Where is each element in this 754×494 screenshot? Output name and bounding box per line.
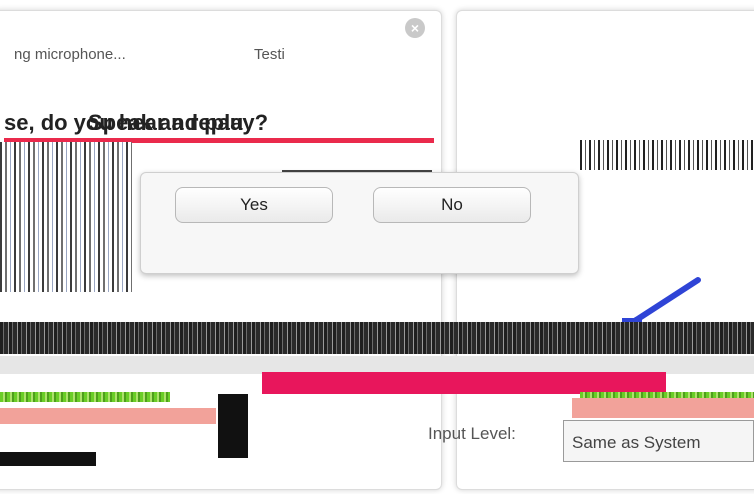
level-meter [0, 392, 170, 402]
confirm-dialog: Yes No [140, 172, 579, 274]
input-device-select[interactable]: Same as System [563, 420, 754, 462]
glitch-block-dark-2 [218, 394, 248, 458]
volume-bar [262, 372, 666, 394]
status-text-right: Testi [254, 46, 285, 63]
panel-heading-right: Speak and pau [88, 110, 244, 135]
glitch-stripes [0, 142, 132, 292]
glitch-block-right [572, 398, 754, 418]
input-level-label: Input Level: [428, 424, 516, 443]
glitch-band [0, 322, 754, 354]
yes-button[interactable]: Yes [175, 187, 333, 223]
glitch-stripes-right [580, 140, 754, 170]
glitch-block [0, 408, 216, 424]
glitch-block-dark [0, 452, 96, 466]
close-icon[interactable]: × [405, 18, 425, 38]
no-button[interactable]: No [373, 187, 531, 223]
status-text: ng microphone... [14, 46, 126, 63]
